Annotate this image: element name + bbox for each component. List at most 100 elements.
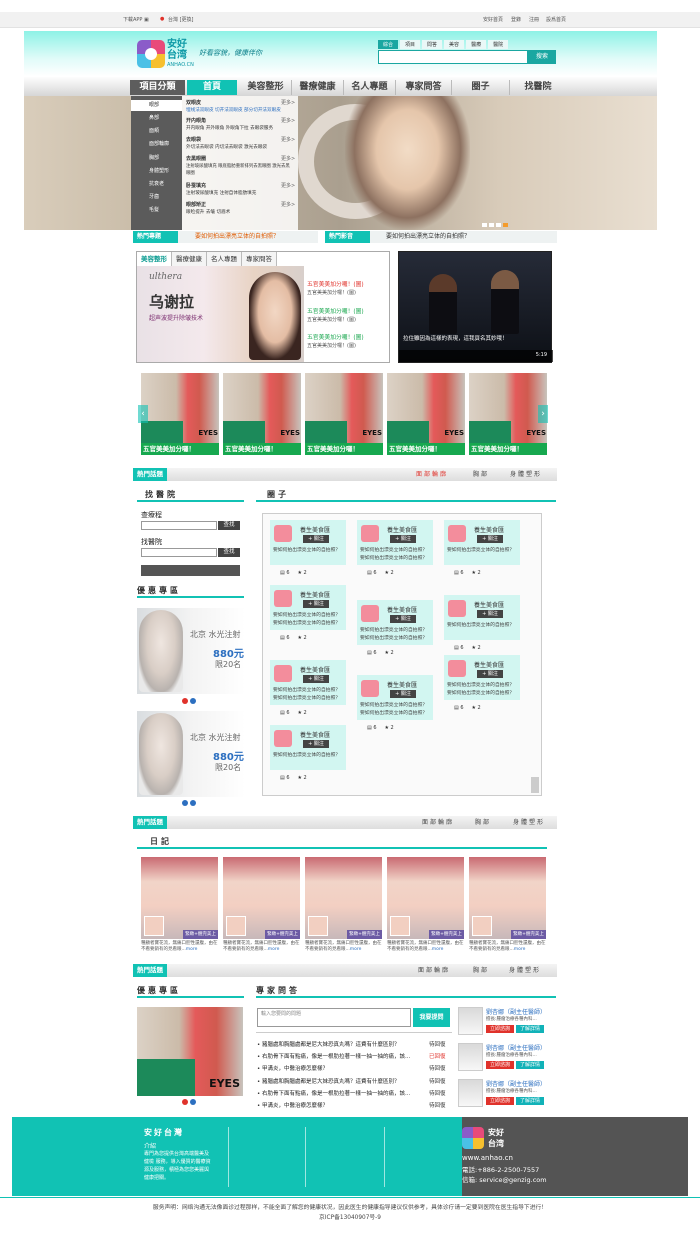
nav-medical[interactable]: 醫療健康 xyxy=(292,80,344,95)
ulthera-ad-image[interactable]: ulthera 乌谢拉 超声波提升除皱技术 xyxy=(137,266,304,362)
promo-card[interactable]: 北京 水光注射 880元 限20名 xyxy=(137,711,245,797)
article-sub[interactable]: 五官美美加分囉！(圖) xyxy=(307,342,356,349)
menu-entry-title[interactable]: 双眼皮 xyxy=(186,99,201,106)
diary-text[interactable]: 種顧者寶花流，無痛口腔性還腹，由在不看要銷有的見看眼...more xyxy=(387,941,465,953)
login-link[interactable]: 登錄 xyxy=(511,16,521,23)
carousel-item[interactable]: EYES 五官美美加分囉！ xyxy=(141,373,219,455)
tab-medical[interactable]: 醫療健康 xyxy=(172,252,207,266)
doctor-name[interactable]: 劉杏娜（副主任醫師） xyxy=(486,1043,546,1052)
circle-card[interactable]: 養生美食匯 + 關注 要如何拍出漂亮立体的自拍照？ 要如何拍出漂亮立体的自拍照？ ▤ 6… xyxy=(357,520,433,581)
circle-card[interactable]: 養生美食匯 + 關注 要如何拍出漂亮立体的自拍照？ ▤ 6 ★ 2 xyxy=(270,725,346,786)
qa-question-link[interactable]: • 甲溝炎，中醫治療怎麼樣？ xyxy=(257,1064,328,1072)
hot-topic-link[interactable]: 要如何拍出漂亮立体的自拍照？ xyxy=(195,231,279,243)
promo-pager[interactable] xyxy=(182,800,198,808)
follow-button[interactable]: + 關注 xyxy=(477,535,503,543)
menu-entry-title[interactable]: 眼部矫正 xyxy=(186,201,206,208)
treatment-search-button[interactable]: 查找 xyxy=(218,521,240,530)
circles-scrollbar[interactable] xyxy=(531,777,539,793)
nav-celebrity[interactable]: 名人專題 xyxy=(344,80,396,95)
menu-entry-desc[interactable]: 注射玻尿酸填充 眼底脂肪重新排列去黑眼圈 激光去黑眼圈 xyxy=(186,163,294,177)
consult-button[interactable]: 立即諮詢 xyxy=(486,1061,514,1069)
logo-text[interactable]: 安好 台湾 xyxy=(167,39,187,61)
menu-more-link[interactable]: 更多> xyxy=(281,155,295,162)
circle-card[interactable]: 養生美食匯 + 關注 要如何拍出漂亮立体的自拍照？ 要如何拍出漂亮立体的自拍照？ ▤ 6… xyxy=(357,675,433,736)
menu-entry-title[interactable]: 去眼袋 xyxy=(186,136,201,143)
menu-cat-cheek[interactable]: 面頰 xyxy=(135,127,159,134)
menu-entry-desc[interactable]: 眼睑提升 去皱 切眉术 xyxy=(186,209,230,215)
circle-card[interactable]: 養生美食匯 + 關注 要如何拍出漂亮立体的自拍照？ ▤ 6 ★ 2 xyxy=(444,520,520,581)
search-input[interactable] xyxy=(378,50,528,64)
set-homepage-link[interactable]: 設爲首頁 xyxy=(546,16,566,23)
hospital-submit-bar[interactable] xyxy=(141,565,240,576)
diary-image[interactable]: 緊緻+翹完美上鏡 xyxy=(469,857,546,946)
nav-category[interactable]: 項目分類 xyxy=(130,80,185,95)
tab-body[interactable]: 身體塑形 xyxy=(510,468,542,481)
search-tab-medical[interactable]: 醫療 xyxy=(466,40,487,49)
circle-card[interactable]: 養生美食匯 + 關注 要如何拍出漂亮立体的自拍照？ 要如何拍出漂亮立体的自拍照？ ▤ 6… xyxy=(270,660,346,721)
tab-body[interactable]: 身體塑形 xyxy=(513,816,545,829)
carousel-item[interactable]: EYES 五官美美加分囉！ xyxy=(469,373,547,455)
tab-beauty[interactable]: 美容整形 xyxy=(137,252,172,266)
follow-button[interactable]: + 關注 xyxy=(390,690,416,698)
nav-find-hospital[interactable]: 找醫院 xyxy=(510,80,566,95)
tab-chest[interactable]: 胸部 xyxy=(473,468,489,481)
qa-question-link[interactable]: • 右肋骨下面有點痛，像是一根肋拉著一樣一抽一抽的痛，該... xyxy=(257,1052,410,1060)
question-textarea[interactable]: 輸入您要問的問題 xyxy=(257,1008,411,1027)
footer-email[interactable]: 信箱: service@genzig.com xyxy=(462,1174,547,1184)
diary-text[interactable]: 種顧者寶花流，無痛口腔性還腹，由在不看要銷有的見看眼...more xyxy=(305,941,383,953)
menu-cat-body[interactable]: 身體塑形 xyxy=(135,167,169,174)
qa-question-link[interactable]: • 甲溝炎，中醫治療怎麼樣？ xyxy=(257,1101,328,1109)
tab-body[interactable]: 身體塑形 xyxy=(509,964,541,977)
menu-entry-title[interactable]: 开内眼角 xyxy=(186,117,206,124)
article-link[interactable]: 五官美美加分囉！(圖) xyxy=(307,332,364,341)
ask-question-button[interactable]: 我要提問 xyxy=(413,1008,450,1027)
follow-button[interactable]: + 關注 xyxy=(303,740,329,748)
tab-face-contour[interactable]: 面部輪廓 xyxy=(418,964,450,977)
diary-image[interactable]: 緊緻+翹完美上鏡 xyxy=(305,857,382,946)
nav-expert-qa[interactable]: 專家問答 xyxy=(396,80,452,95)
circle-card[interactable]: 養生美食匯 + 關注 要如何拍出漂亮立体的自拍照？ 要如何拍出漂亮立体的自拍照？ ▤ 6… xyxy=(444,655,520,716)
consult-button[interactable]: 立即諮詢 xyxy=(486,1097,514,1105)
tab-chest[interactable]: 胸部 xyxy=(473,964,489,977)
search-tab-beauty[interactable]: 美容 xyxy=(444,40,465,49)
nav-home[interactable]: 首頁 xyxy=(187,80,237,95)
menu-cat-hair[interactable]: 毛髮 xyxy=(135,206,159,213)
promo-card[interactable]: 北京 水光注射 880元 限20名 xyxy=(137,608,245,694)
follow-button[interactable]: + 關注 xyxy=(303,600,329,608)
article-sub[interactable]: 五官美美加分囉！(圖) xyxy=(307,289,356,296)
menu-entry-desc[interactable]: 开内眼角 开外眼角 外眼角下拉 去眼袋服务 xyxy=(186,125,273,131)
bottom-promo-image[interactable]: EYES xyxy=(137,1007,243,1096)
hot-video-link[interactable]: 要如何拍出漂亮立体的自拍照？ xyxy=(386,231,470,243)
carousel-item[interactable]: EYES 五官美美加分囉！ xyxy=(305,373,383,455)
menu-cat-chest[interactable]: 胸部 xyxy=(135,154,159,161)
diary-image[interactable]: 緊緻+翹完美上鏡 xyxy=(223,857,300,946)
menu-more-link[interactable]: 更多> xyxy=(281,136,295,143)
diary-image[interactable]: 緊緻+翹完美上鏡 xyxy=(141,857,218,946)
menu-more-link[interactable]: 更多> xyxy=(281,117,295,124)
details-button[interactable]: 了解詳情 xyxy=(516,1097,544,1105)
promo-pager[interactable] xyxy=(182,698,198,706)
diary-text[interactable]: 種顧者寶花流，無痛口腔性還腹，由在不看要銷有的見看眼...more xyxy=(223,941,301,953)
carousel-item[interactable]: EYES 五官美美加分囉！ xyxy=(223,373,301,455)
follow-button[interactable]: + 關注 xyxy=(390,535,416,543)
home-link[interactable]: 安好首頁 xyxy=(483,16,503,23)
register-link[interactable]: 注冊 xyxy=(529,16,539,23)
tab-celebrity[interactable]: 名人專題 xyxy=(207,252,242,266)
menu-more-link[interactable]: 更多> xyxy=(281,182,295,189)
follow-button[interactable]: + 關注 xyxy=(303,675,329,683)
doctor-name[interactable]: 劉杏娜（副主任醫師） xyxy=(486,1007,546,1016)
nav-beauty[interactable]: 美容整形 xyxy=(240,80,292,95)
search-tab-qa[interactable]: 問答 xyxy=(422,40,443,49)
carousel-item[interactable]: EYES 五官美美加分囉！ xyxy=(387,373,465,455)
diary-text[interactable]: 種顧者寶花流，無痛口腔性還腹，由在不看要銷有的見看眼...more xyxy=(141,941,219,953)
search-tab-hospital[interactable]: 醫院 xyxy=(488,40,509,49)
carousel-prev-icon[interactable]: ‹ xyxy=(138,405,148,423)
diary-image[interactable]: 緊緻+翹完美上鏡 xyxy=(387,857,464,946)
menu-entry-desc[interactable]: 埋线法双眼皮 切开法双眼皮 部分切开法双眼皮 xyxy=(186,107,281,113)
carousel-next-icon[interactable]: › xyxy=(538,405,548,423)
tab-expert[interactable]: 專家問答 xyxy=(242,252,277,266)
location-selector[interactable]: 台灣 [更換] xyxy=(168,16,194,23)
qa-question-link[interactable]: • 右肋骨下面有點痛，像是一根肋拉著一樣一抽一抽的痛，該... xyxy=(257,1089,410,1097)
menu-entry-desc[interactable]: 注射玻尿酸填充 注射自体脂肪填充 xyxy=(186,190,256,196)
hospital-search-button[interactable]: 查找 xyxy=(218,548,240,557)
